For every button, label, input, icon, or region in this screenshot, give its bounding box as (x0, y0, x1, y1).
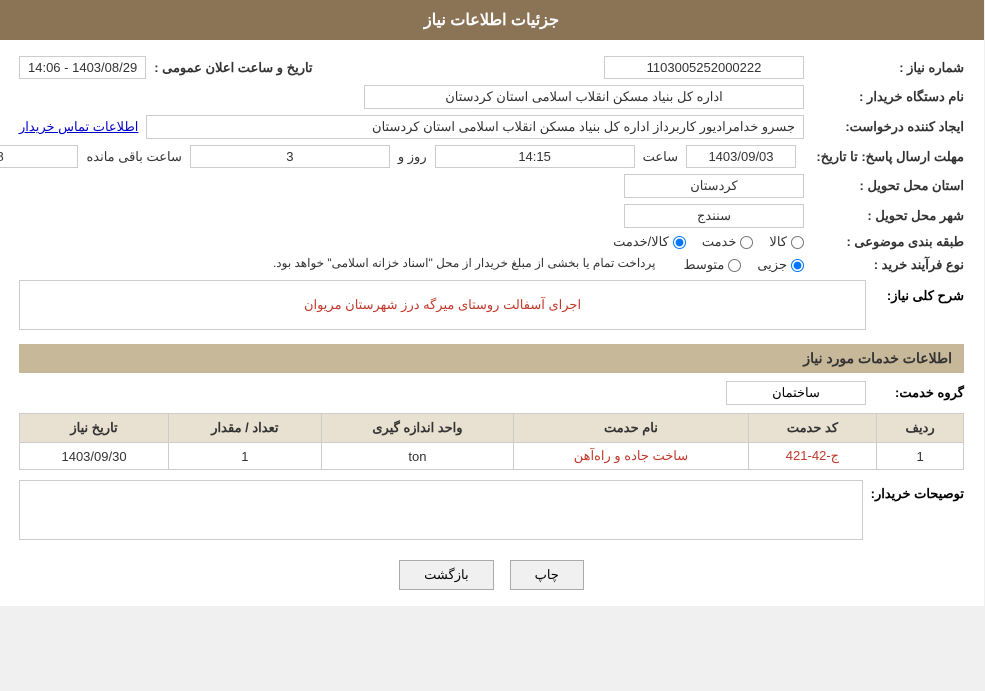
rooz-value: 3 (191, 145, 391, 168)
tabaghe-row: طبقه بندی موضوعی : کالا خدمت کالا/خدمت (20, 234, 965, 250)
toseehat-khardar-section: توصیحات خریدار: (20, 480, 965, 540)
cell-tarikh: 1403/09/30 (21, 443, 170, 470)
cell-radif: 1 (878, 443, 965, 470)
page-title: جزئیات اطلاعات نیاز (425, 12, 560, 29)
content-area: شماره نیاز : 1103005252000222 تاریخ و سا… (0, 40, 985, 606)
khadamat-section-title: اطلاعات خدمات مورد نیاز (20, 344, 965, 373)
radio-kala-khadamat[interactable]: کالا/خدمت (614, 234, 687, 250)
grohe-khadamat-value: ساختمان (727, 381, 867, 405)
page-wrapper: جزئیات اطلاعات نیاز شماره نیاز : 1103005… (0, 0, 985, 606)
radio-jozi-label: جزیی (758, 257, 788, 273)
table-row: 1 ج-42-421 ساخت جاده و راه‌آهن ton 1 140… (21, 443, 965, 470)
namdastgah-row: نام دستگاه خریدار : اداره کل بنیاد مسکن … (20, 85, 965, 109)
tabaghe-label: طبقه بندی موضوعی : (805, 234, 965, 250)
ittelaatTamasKhardar-link[interactable]: اطلاعات تماس خریدار (20, 119, 147, 135)
mohlat-label: مهلت ارسال پاسخ: تا تاریخ: (805, 149, 965, 165)
toseehat-khardar-box (20, 480, 864, 540)
saat-value: 14:15 (436, 145, 636, 168)
radio-khadamat-label: خدمت (703, 234, 738, 250)
radio-jozi[interactable]: جزیی (758, 257, 805, 273)
grohe-khadamat-row: گروه خدمت: ساختمان (20, 381, 965, 405)
tabaghe-radios: کالا خدمت کالا/خدمت (614, 234, 805, 250)
col-tarikh: تاریخ نیاز (21, 414, 170, 443)
radio-kala[interactable]: کالا (770, 234, 805, 250)
noe-farayand-note: پرداخت تمام یا بخشی از مبلغ خریدار از مح… (274, 256, 669, 270)
shahr-value: سنندج (625, 204, 805, 228)
radio-jozi-input[interactable] (792, 259, 805, 272)
cell-kod: ج-42-421 (749, 443, 878, 470)
baghimande-value: 21:18:38 (0, 145, 79, 168)
noe-farayand-radios: جزیی متوسط پرداخت تمام یا بخشی از مبلغ خ… (274, 256, 805, 274)
back-button[interactable]: بازگشت (400, 560, 494, 590)
radio-khadamat-input[interactable] (741, 236, 754, 249)
grohe-khadamat-label: گروه خدمت: (875, 385, 965, 401)
mohlat-date-value: 1403/09/03 (687, 145, 797, 168)
mohlat-row: مهلت ارسال پاسخ: تا تاریخ: 1403/09/03 سا… (20, 145, 965, 168)
shomare-niaz-row: شماره نیاز : 1103005252000222 تاریخ و سا… (20, 56, 965, 79)
baghimande-label: ساعت باقی مانده (87, 149, 182, 165)
cell-nam: ساخت جاده و راه‌آهن (515, 443, 749, 470)
noe-farayand-row: نوع فرآیند خرید : جزیی متوسط پرداخت تمام… (20, 256, 965, 274)
ijad-konande-label: ایجاد کننده درخواست: (805, 119, 965, 135)
radio-kala-khadamat-input[interactable] (674, 236, 687, 249)
ijad-konande-value: جسرو خدامرادیور کاربرداز اداره کل بنیاد … (147, 115, 805, 139)
shahr-row: شهر محل تحویل : سنندج (20, 204, 965, 228)
namdastgah-label: نام دستگاه خریدار : (805, 89, 965, 105)
toseehat-khardar-label: توصیحات خریدار: (872, 480, 965, 502)
tarikhaalan-value: 1403/08/29 - 14:06 (20, 56, 147, 79)
saat-label: ساعت (644, 149, 679, 165)
rooz-label: روز و (399, 149, 428, 165)
col-radif: ردیف (878, 414, 965, 443)
ijad-konande-row: ایجاد کننده درخواست: جسرو خدامرادیور کار… (20, 115, 965, 139)
ostan-label: استان محل تحویل : (805, 178, 965, 194)
radio-kala-label: کالا (770, 234, 788, 250)
tarikhaalan-label: تاریخ و ساعت اعلان عمومی : (147, 60, 313, 76)
cell-vahed: ton (322, 443, 514, 470)
col-vahed: واحد اندازه گیری (322, 414, 514, 443)
service-table: ردیف کد حدمت نام حدمت واحد اندازه گیری ت… (20, 413, 965, 470)
radio-kala-khadamat-label: کالا/خدمت (614, 234, 670, 250)
radio-kala-input[interactable] (792, 236, 805, 249)
radio-motavasset-label: متوسط (684, 257, 725, 273)
sharh-kolli-label: شرح کلی نیاز: (875, 280, 965, 304)
button-row: بازگشت چاپ (20, 560, 965, 590)
col-nam: نام حدمت (515, 414, 749, 443)
radio-motavasset[interactable]: متوسط (684, 257, 742, 273)
sharh-kolli-value: اجرای آسفالت روستای میرگه درز شهرستان مر… (305, 297, 582, 313)
shomare-niaz-value: 1103005252000222 (605, 56, 805, 79)
print-button[interactable]: چاپ (511, 560, 585, 590)
shomare-niaz-label: شماره نیاز : (805, 60, 965, 76)
ostan-value: کردستان (625, 174, 805, 198)
cell-tedad: 1 (170, 443, 323, 470)
page-header: جزئیات اطلاعات نیاز (0, 0, 985, 40)
sharh-kolli-section: شرح کلی نیاز: اجرای آسفالت روستای میرگه … (20, 280, 965, 330)
sharh-kolli-box: اجرای آسفالت روستای میرگه درز شهرستان مر… (20, 280, 867, 330)
col-tedad: تعداد / مقدار (170, 414, 323, 443)
noe-farayand-label: نوع فرآیند خرید : (805, 257, 965, 273)
radio-khadamat[interactable]: خدمت (703, 234, 755, 250)
col-kod: کد حدمت (749, 414, 878, 443)
ostan-row: استان محل تحویل : کردستان (20, 174, 965, 198)
radio-motavasset-input[interactable] (729, 259, 742, 272)
shahr-label: شهر محل تحویل : (805, 208, 965, 224)
namdastgah-value: اداره کل بنیاد مسکن انقلاب اسلامی استان … (365, 85, 805, 109)
